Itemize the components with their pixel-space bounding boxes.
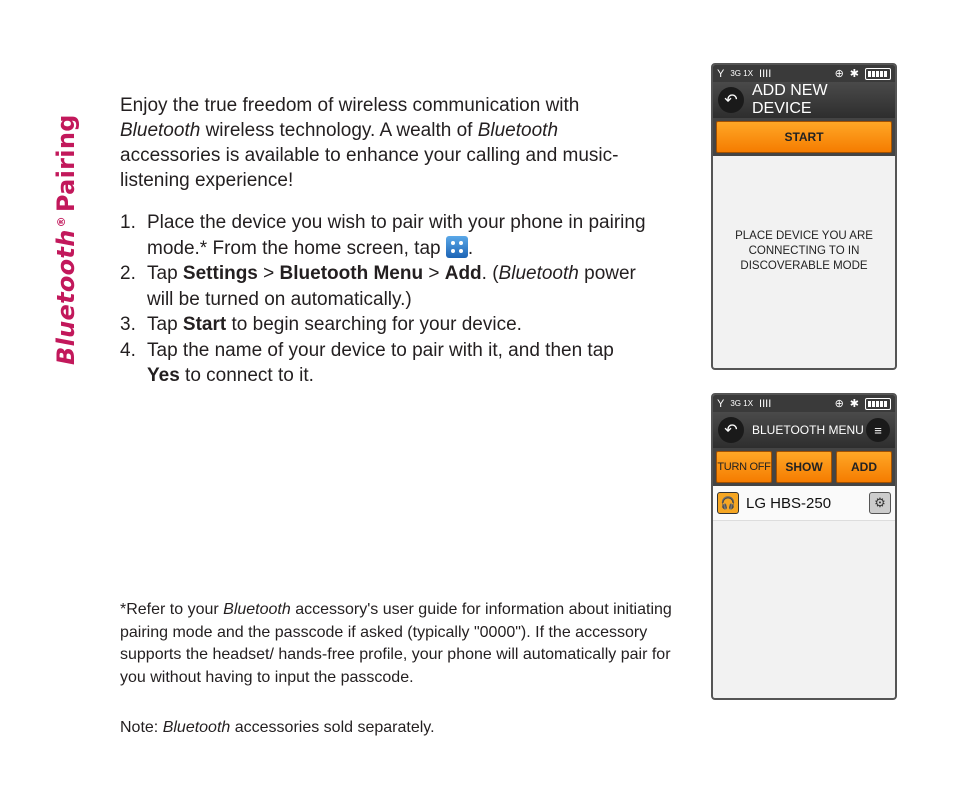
device-name: LG HBS-250 (746, 494, 832, 512)
add-button[interactable]: ADD (836, 451, 892, 483)
gps-icon: ⊕ (834, 68, 844, 80)
screen-title: ADD NEW DEVICE (752, 82, 828, 117)
gps-icon: ⊕ (834, 398, 844, 410)
phone-screenshot-bluetooth-menu: Y 3G 1X IIII ⊕ ✱ ↶ BLUETOOTH MENU ≡ TURN… (711, 393, 897, 700)
status-bar: Y 3G 1X IIII ⊕ ✱ (713, 395, 895, 412)
headset-icon: 🎧 (717, 492, 739, 514)
signal-bars-icon: IIII (759, 397, 772, 410)
bluetooth-icon: ✱ (849, 68, 859, 80)
step-item: 4. Tap the name of your device to pair wi… (120, 339, 614, 387)
back-arrow-icon: ↶ (724, 422, 738, 439)
device-list-item[interactable]: 🎧 LG HBS-250 ⚙ (713, 486, 895, 521)
battery-icon (865, 67, 891, 80)
menu-button[interactable]: ≡ (866, 418, 890, 442)
title-bar: ↶ BLUETOOTH MENU ≡ (713, 412, 895, 448)
back-button[interactable]: ↶ (718, 87, 744, 113)
back-button[interactable]: ↶ (718, 417, 744, 443)
menu-icon: ≡ (874, 422, 882, 438)
signal-bars-icon: IIII (759, 67, 772, 80)
page-side-title: Bluetooth®Pairing (52, 114, 80, 365)
back-arrow-icon: ↶ (724, 92, 738, 109)
network-icon: 3G 1X (730, 399, 754, 408)
bluetooth-connected-icon: ✱ (849, 398, 859, 410)
step-item: 1. Place the device you wish to pair with… (120, 212, 646, 259)
button-row: START (713, 118, 895, 156)
step-item: 2. Tap Settings > Bluetooth Menu > Add. (… (120, 263, 636, 310)
signal-icon: Y (717, 397, 725, 410)
discoverable-message: PLACE DEVICE YOU ARE CONNECTING TO IN DI… (713, 156, 895, 274)
note: Note: Bluetooth accessories sold separat… (120, 719, 435, 736)
battery-icon (865, 397, 891, 410)
intro-paragraph: Enjoy the true freedom of wireless commu… (120, 95, 619, 191)
device-settings-button[interactable]: ⚙ (869, 492, 891, 514)
footnote: *Refer to your Bluetooth accessory's use… (120, 601, 672, 686)
signal-icon: Y (717, 67, 725, 80)
title-bar: ↶ ADD NEW DEVICE (713, 82, 895, 118)
screen-title: BLUETOOTH MENU (752, 423, 864, 437)
gear-icon: ⚙ (874, 495, 886, 510)
apps-menu-icon (445, 235, 468, 258)
show-button[interactable]: SHOW (776, 451, 832, 483)
network-icon: 3G 1X (730, 69, 754, 78)
start-button[interactable]: START (716, 121, 892, 153)
phone-screenshot-add-device: Y 3G 1X IIII ⊕ ✱ ↶ ADD NEW DEVICE START … (711, 63, 897, 370)
turn-off-button[interactable]: TURN OFF (716, 451, 772, 483)
status-bar: Y 3G 1X IIII ⊕ ✱ (713, 65, 895, 82)
step-item: 3. Tap Start to begin searching for your … (120, 314, 522, 335)
button-row: TURN OFF SHOW ADD (713, 448, 895, 486)
steps-list: 1. Place the device you wish to pair with… (120, 210, 650, 389)
